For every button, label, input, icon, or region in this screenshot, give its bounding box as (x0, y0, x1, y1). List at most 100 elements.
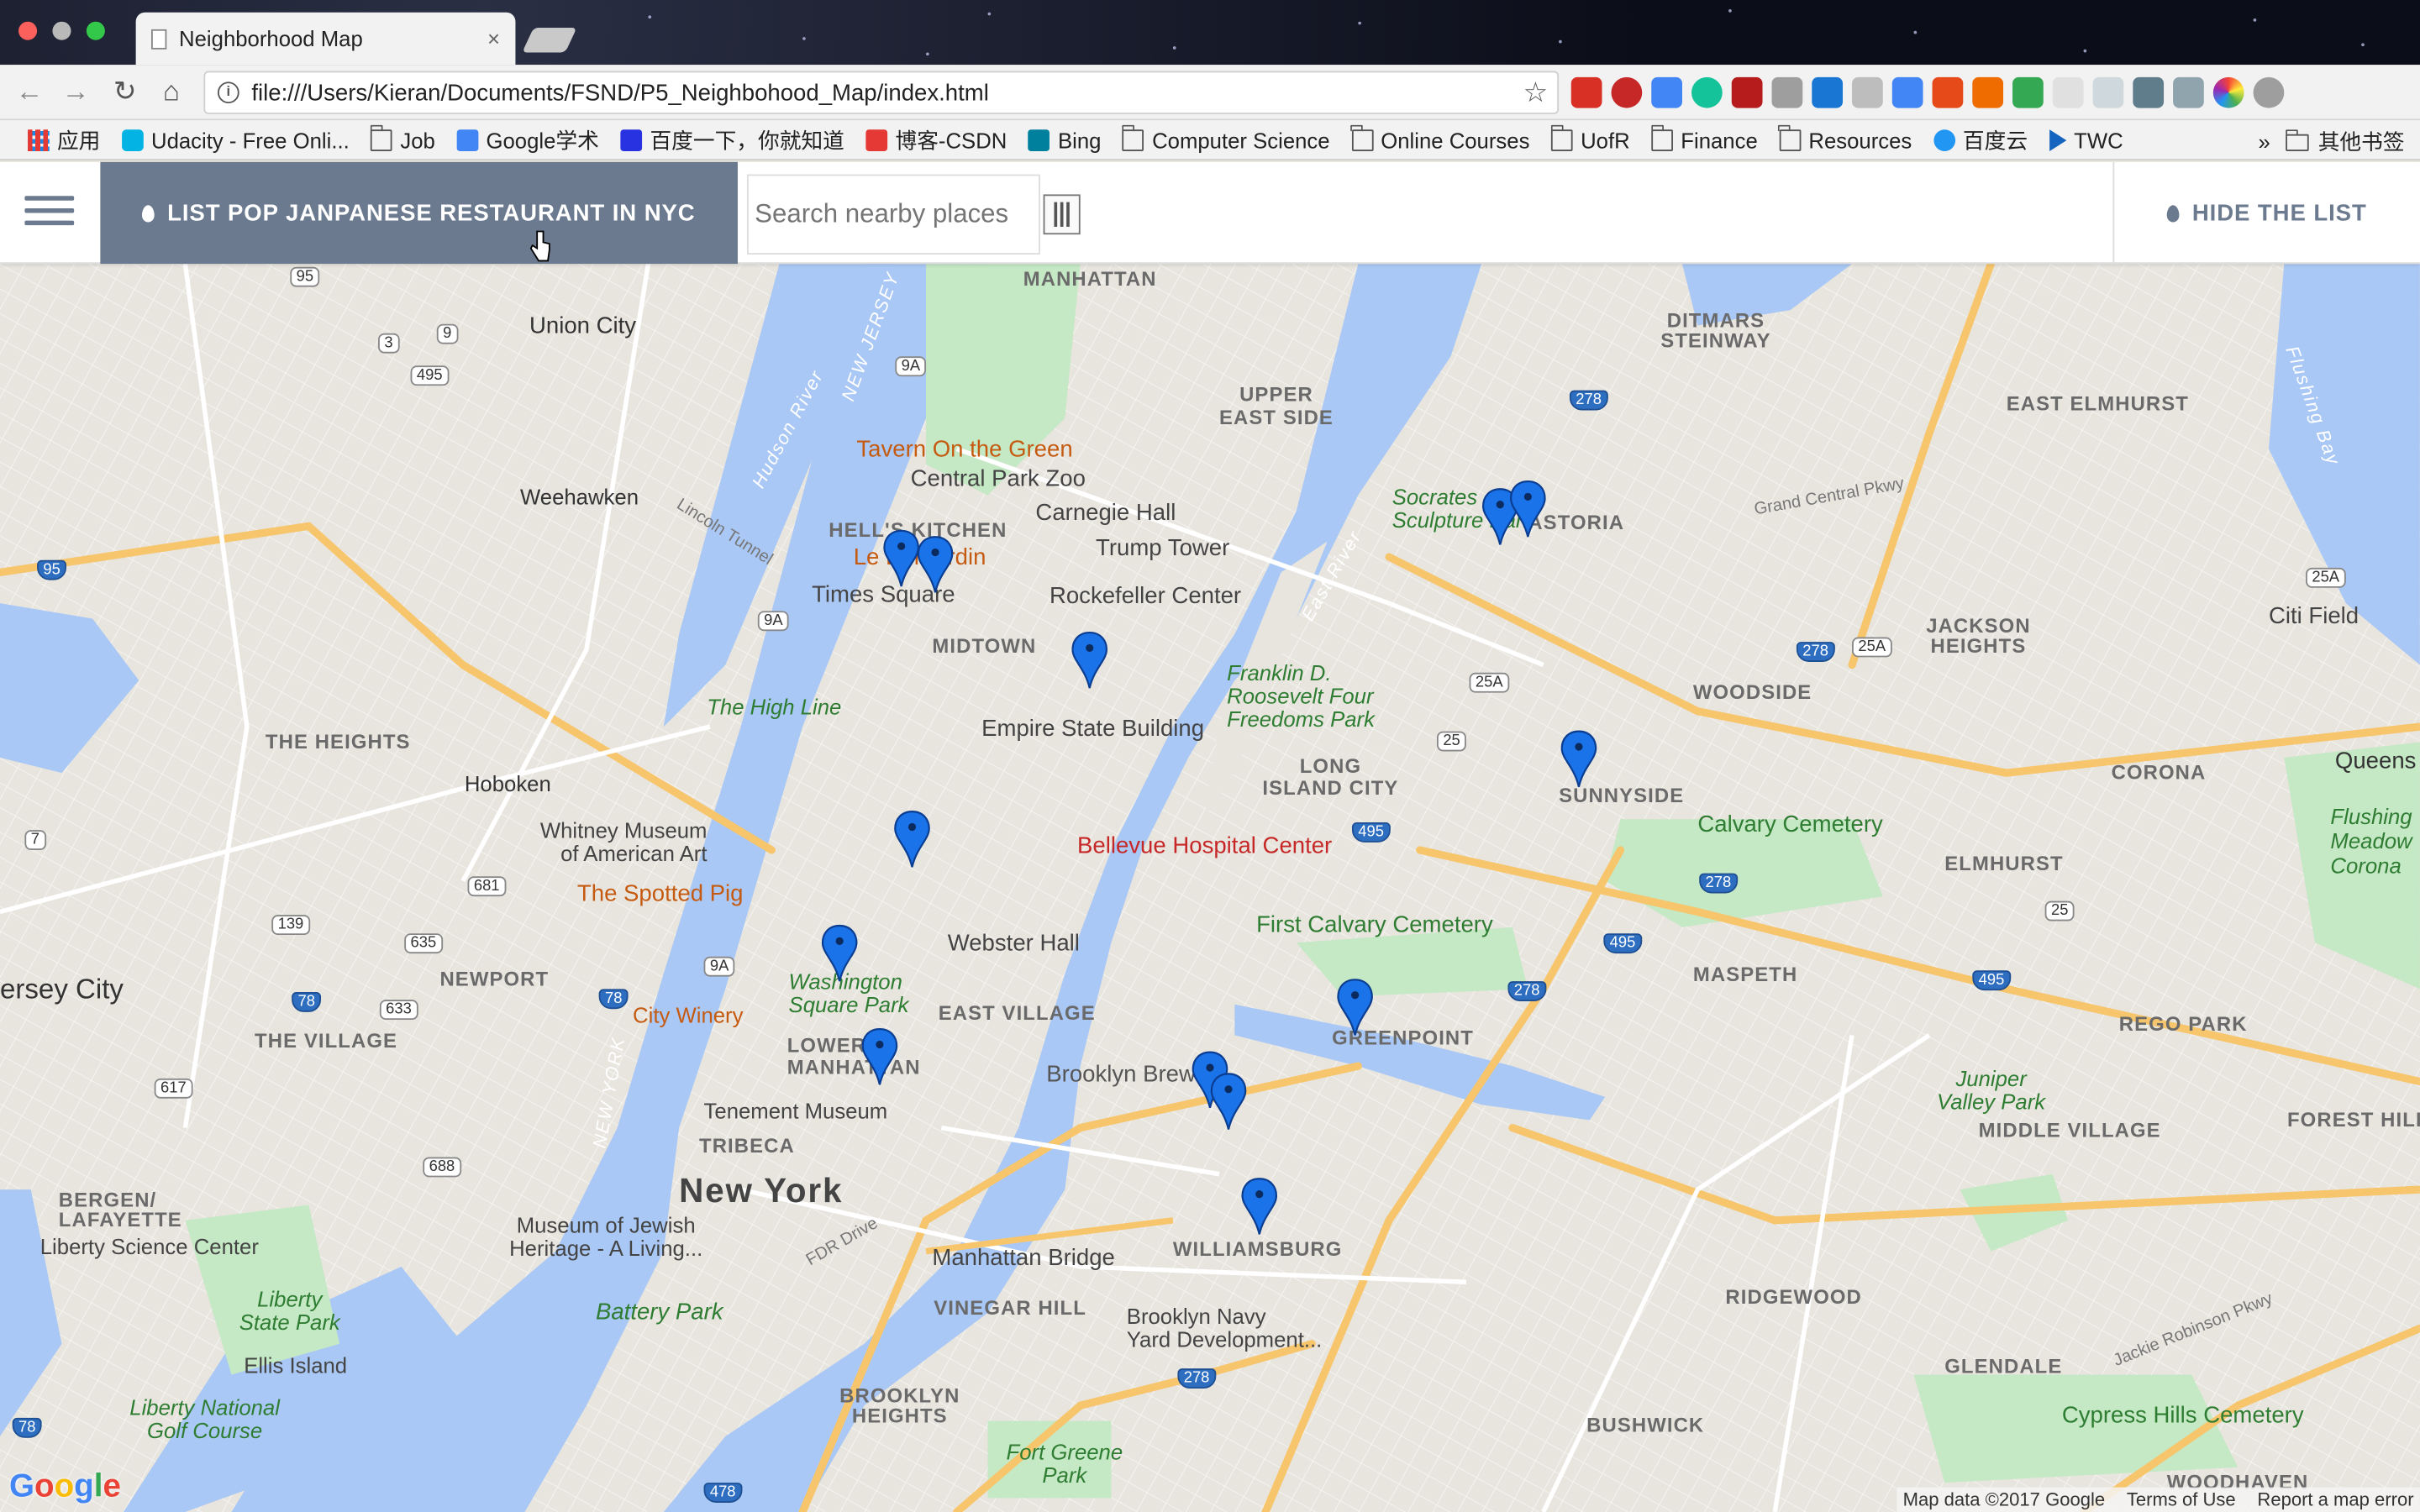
bookmark-csdn[interactable]: 博客-CSDN (865, 124, 1007, 155)
google-logo[interactable]: Google (9, 1469, 121, 1506)
route-shield-icon: 3 (377, 333, 399, 354)
list-restaurants-button[interactable]: LIST POP JANPANESE RESTAURANT IN NYC (100, 161, 738, 265)
map-poi-fdr-park[interactable]: Franklin D. Roosevelt Four Freedoms Park (1227, 661, 1375, 732)
bookmark-baidu[interactable]: 百度一下，你就知道 (620, 124, 844, 155)
terms-of-use-link[interactable]: Terms of Use (2127, 1488, 2236, 1510)
back-arrow-icon[interactable]: ← (13, 76, 46, 108)
bookmark-uofr[interactable]: UofR (1550, 123, 1630, 152)
restaurant-marker-pin-icon[interactable] (1071, 631, 1108, 690)
url-text[interactable]: file:///Users/Kieran/Documents/FSND/P5_N… (251, 80, 1523, 106)
hide-list-button[interactable]: HIDE THE LIST (2112, 161, 2420, 265)
bookmarks-overflow-icon[interactable]: » (2258, 129, 2270, 154)
folder-icon (1550, 123, 1573, 151)
window-close-button[interactable] (18, 21, 38, 40)
map-poi-tenement[interactable]: Tenement Museum (704, 1099, 888, 1123)
restaurant-marker-pin-icon[interactable] (893, 810, 930, 869)
restaurant-marker-pin-icon[interactable] (1210, 1073, 1247, 1131)
bookmark-job[interactable]: Job (370, 123, 435, 152)
map-poi-cypress-hills[interactable]: Cypress Hills Cemetery (2062, 1403, 2304, 1429)
bookmark-twc[interactable]: TWC (2049, 128, 2123, 152)
map-poi-empire-state[interactable]: Empire State Building (981, 716, 1204, 742)
forward-arrow-icon[interactable]: → (59, 76, 92, 108)
map-poi-calvary[interactable]: Calvary Cemetery (1697, 811, 1882, 837)
map-poi-navy-yard[interactable]: Brooklyn Navy Yard Development... (1127, 1305, 1323, 1352)
home-icon[interactable]: ⌂ (155, 76, 188, 108)
reader-extension-icon[interactable] (2173, 76, 2204, 108)
restaurant-marker-pin-icon[interactable] (917, 535, 954, 594)
tab-close-icon[interactable]: × (487, 26, 500, 50)
map-poi-trump-tower[interactable]: Trump Tower (1096, 535, 1229, 561)
map-poi-central-park-zoo[interactable]: Central Park Zoo (911, 466, 1086, 492)
bookmark-resources[interactable]: Resources (1778, 123, 1912, 152)
hamburger-menu-icon[interactable] (24, 196, 75, 229)
map-poi-brooklyn-brew[interactable]: Brooklyn Brew (1046, 1062, 1196, 1088)
filter-button[interactable] (1043, 194, 1081, 235)
address-bar[interactable]: i file:///Users/Kieran/Documents/FSND/P5… (203, 71, 1560, 114)
grammarly-extension-icon[interactable] (1691, 76, 1723, 108)
incognito-extension-icon[interactable] (2253, 76, 2285, 108)
map-poi-first-calvary[interactable]: First Calvary Cemetery (1256, 911, 1493, 937)
search-input[interactable] (755, 198, 1039, 230)
off-extension-icon[interactable] (1651, 76, 1683, 108)
map-canvas[interactable]: MANHATTAN Union City Weehawken Hoboken T… (0, 264, 2420, 1512)
map-poi-ellis-island[interactable]: Ellis Island (244, 1353, 347, 1378)
window-maximize-button[interactable] (86, 21, 105, 40)
bookmark-apps[interactable]: 应用 (28, 124, 100, 155)
adblock-extension-icon[interactable] (1611, 76, 1643, 108)
office-extension-icon[interactable] (1972, 76, 2004, 108)
report-map-error-link[interactable]: Report a map error (2257, 1488, 2413, 1510)
shield-extension-icon[interactable] (1771, 76, 1803, 108)
bookmark-baidu-cloud[interactable]: 百度云 (1933, 124, 2028, 155)
gmail-extension-icon[interactable] (1570, 76, 1602, 108)
map-poi-jewish-heritage[interactable]: Museum of Jewish Heritage - A Living... (509, 1214, 702, 1260)
translate-extension-icon[interactable] (1891, 76, 1923, 108)
search-box[interactable] (746, 174, 1040, 255)
map-poi-spotted-pig[interactable]: The Spotted Pig (577, 881, 744, 907)
more-extension-icon[interactable] (2133, 76, 2165, 108)
bookmark-star-icon[interactable]: ☆ (1523, 76, 1549, 109)
bookmark-finance[interactable]: Finance (1650, 123, 1758, 152)
map-poi-tavern[interactable]: Tavern On the Green (856, 437, 1072, 463)
notes-extension-icon[interactable] (1852, 76, 1883, 108)
color-extension-icon[interactable] (2212, 76, 2244, 108)
restaurant-marker-pin-icon[interactable] (861, 1027, 898, 1086)
todo-extension-icon[interactable] (1932, 76, 1964, 108)
bookmark-online-courses[interactable]: Online Courses (1350, 123, 1529, 152)
bookmark-udacity[interactable]: Udacity - Free Onli... (122, 128, 350, 152)
pin-extension-icon[interactable] (1731, 76, 1763, 108)
interstate-shield-icon: 78 (598, 989, 629, 1010)
map-poi-liberty-national[interactable]: Liberty National Golf Course (129, 1395, 280, 1442)
map-poi-juniper[interactable]: Juniper Valley Park (1937, 1067, 2045, 1114)
map-poi-battery-park[interactable]: Battery Park (596, 1299, 723, 1326)
restaurant-marker-pin-icon[interactable] (883, 529, 920, 588)
new-tab-button[interactable] (522, 28, 577, 53)
reload-icon[interactable]: ↻ (108, 76, 142, 108)
bookmark-bing[interactable]: Bing (1028, 128, 1101, 152)
bookmark-computer-science[interactable]: Computer Science (1122, 123, 1330, 152)
restaurant-marker-pin-icon[interactable] (1560, 730, 1597, 789)
map-poi-fort-greene[interactable]: Fort Greene Park (1007, 1441, 1123, 1487)
map-poi-city-winery[interactable]: City Winery (633, 1003, 743, 1027)
bookmark-google-scholar[interactable]: Google学术 (456, 124, 599, 155)
window-minimize-button[interactable] (52, 21, 71, 40)
vpn-extension-icon[interactable] (1812, 76, 1844, 108)
map-poi-liberty-science[interactable]: Liberty Science Center (40, 1234, 259, 1258)
ghost-extension-icon[interactable] (2052, 76, 2084, 108)
restaurant-marker-pin-icon[interactable] (1509, 480, 1546, 538)
restaurant-marker-pin-icon[interactable] (821, 924, 858, 983)
map-poi-bellevue[interactable]: Bellevue Hospital Center (1077, 833, 1332, 859)
restaurant-marker-pin-icon[interactable] (1241, 1177, 1278, 1236)
map-poi-rockefeller[interactable]: Rockefeller Center (1050, 583, 1241, 609)
map-poi-manhattan-bridge[interactable]: Manhattan Bridge (932, 1245, 1115, 1271)
map-poi-carnegie-hall[interactable]: Carnegie Hall (1035, 500, 1176, 526)
drive-extension-icon[interactable] (2012, 76, 2044, 108)
map-poi-webster-hall[interactable]: Webster Hall (948, 931, 1080, 957)
map-poi-high-line[interactable]: The High Line (707, 695, 841, 719)
other-bookmarks[interactable]: 其他书签 (2318, 127, 2405, 158)
map-poi-whitney[interactable]: Whitney Museum of American Art (540, 818, 708, 865)
restaurant-marker-pin-icon[interactable] (1337, 978, 1374, 1037)
browser-tab[interactable]: Neighborhood Map × (135, 12, 516, 66)
info-icon[interactable]: i (217, 81, 239, 104)
map-poi-liberty-state[interactable]: Liberty State Park (239, 1288, 340, 1335)
cast-extension-icon[interactable] (2092, 76, 2124, 108)
